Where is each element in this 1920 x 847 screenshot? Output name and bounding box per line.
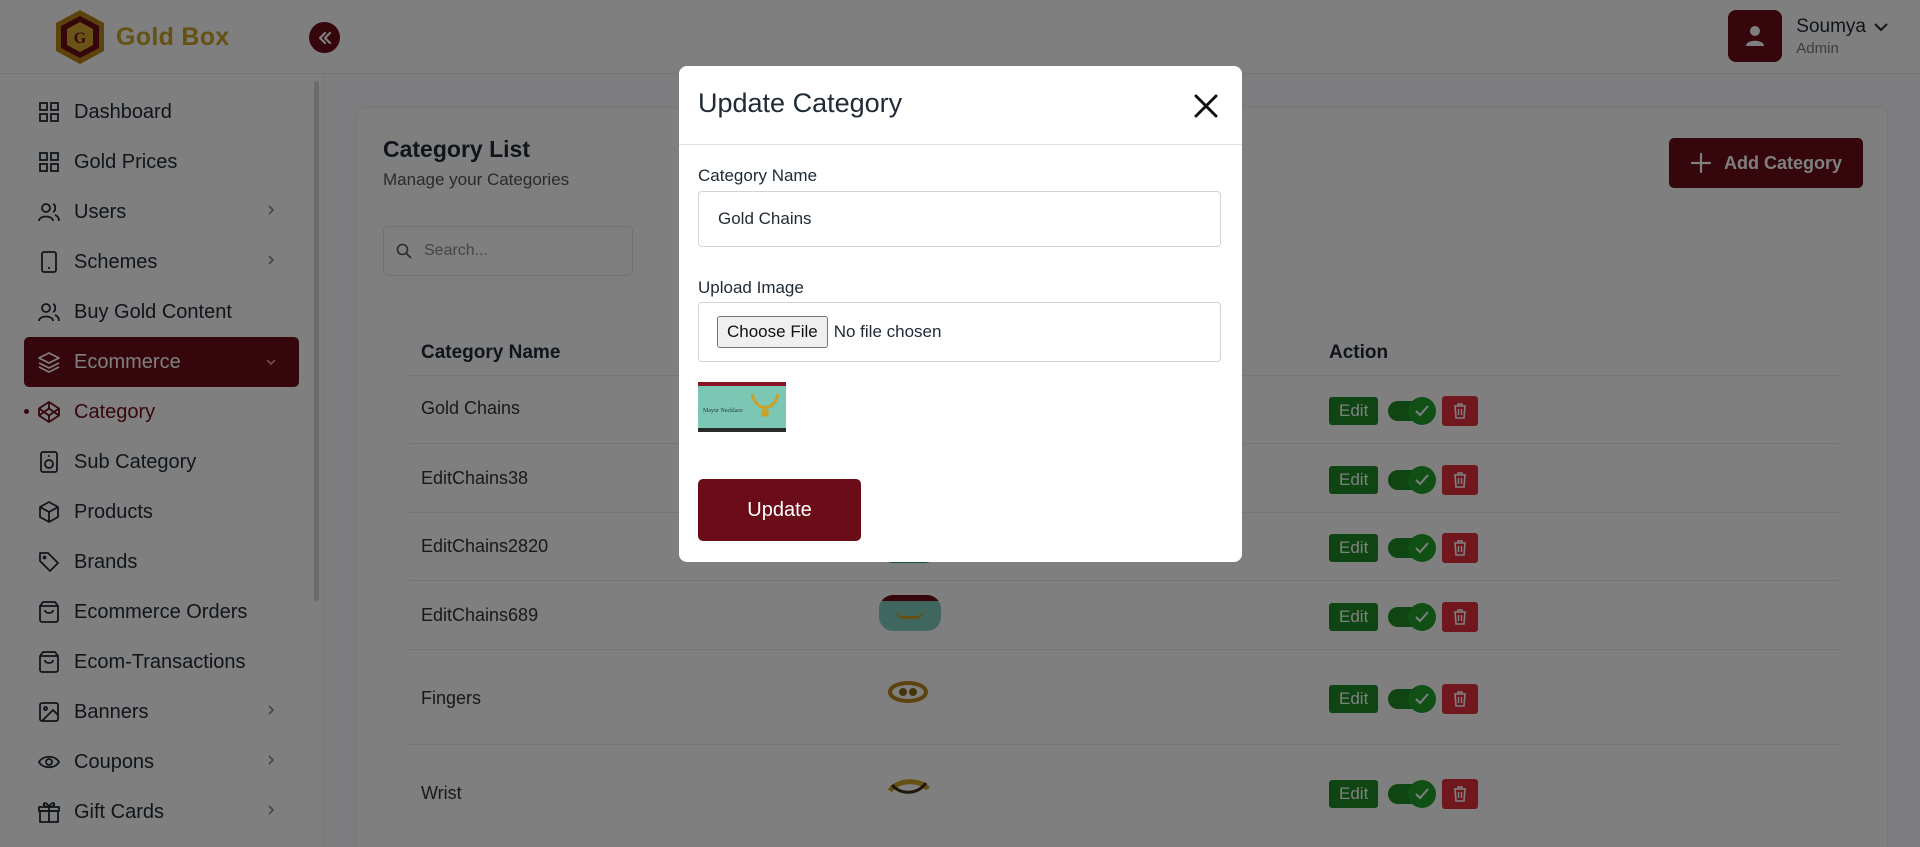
choose-file-button[interactable]: Choose File xyxy=(717,316,828,348)
preview-caption: Mayur Necklace xyxy=(703,408,743,414)
close-icon xyxy=(1194,94,1218,118)
category-name-label: Category Name xyxy=(698,166,818,185)
image-preview: Mayur Necklace xyxy=(698,382,786,432)
upload-image-label: Upload Image xyxy=(698,278,804,297)
update-category-modal: Update Category Category Name Gold Chain… xyxy=(679,66,1242,562)
close-button[interactable] xyxy=(1190,90,1222,122)
no-file-text: No file chosen xyxy=(833,322,942,341)
category-name-input[interactable]: Gold Chains xyxy=(698,191,1221,247)
upload-image-input[interactable]: Choose File No file chosen xyxy=(698,302,1221,362)
preview-banner-image: Mayur Necklace xyxy=(698,382,786,432)
update-button[interactable]: Update xyxy=(698,479,861,541)
modal-header: Update Category xyxy=(679,66,1242,145)
modal-title: Update Category xyxy=(698,88,903,118)
